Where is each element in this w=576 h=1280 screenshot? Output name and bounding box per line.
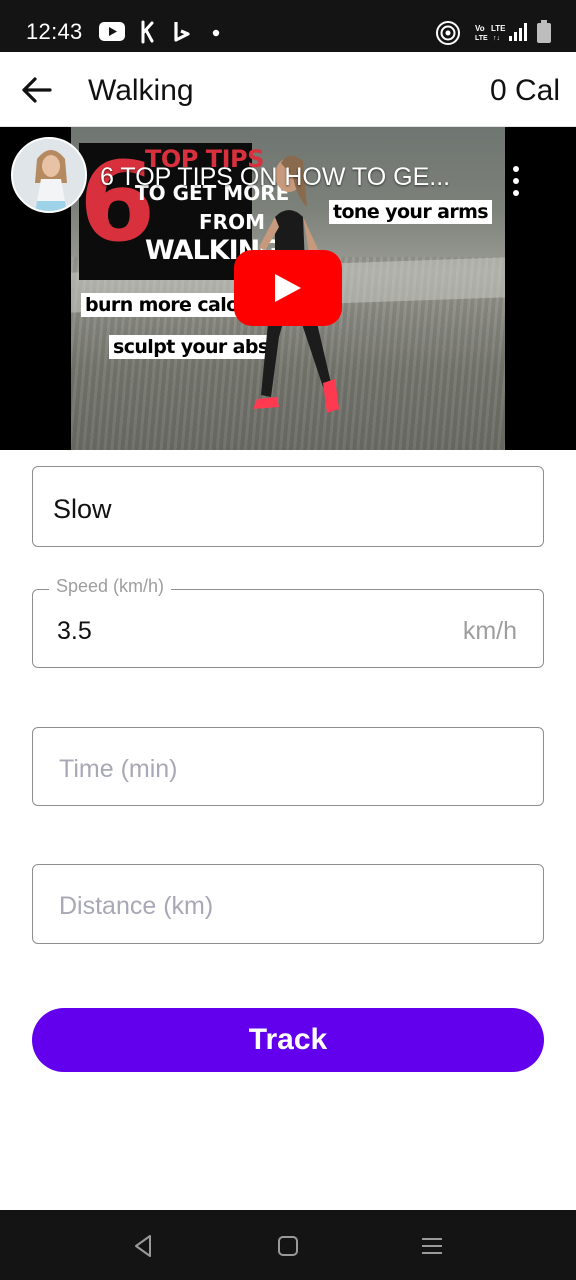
signal-icon <box>509 23 527 41</box>
speed-input[interactable]: Speed (km/h) 3.5 km/h <box>32 576 544 668</box>
volte-icon: Vo LTE LTE ↑↓ <box>475 24 506 42</box>
speed-value: 3.5 <box>57 617 92 645</box>
more-vertical-icon[interactable] <box>502 163 530 199</box>
time-input[interactable]: Time (min) <box>32 727 544 806</box>
status-time: 12:43 <box>26 19 83 44</box>
status-bar: 12:43 Vo LTE LTE ↑↓ <box>0 0 576 52</box>
track-button[interactable]: Track <box>32 1008 544 1072</box>
app-k-icon <box>141 20 154 44</box>
hotspot-icon <box>436 21 460 45</box>
system-nav-bar <box>0 1210 576 1280</box>
intensity-select[interactable]: Slow <box>32 466 544 547</box>
nav-recents-icon[interactable] <box>418 1232 446 1260</box>
distance-placeholder: Distance (km) <box>59 892 214 920</box>
page-title: Walking <box>88 74 194 107</box>
nav-back-icon[interactable] <box>130 1232 158 1260</box>
calorie-count: 0 Cal <box>489 74 560 107</box>
intensity-value: Slow <box>53 494 112 524</box>
bing-icon <box>174 22 190 42</box>
app-bar: Walking 0 Cal <box>0 52 576 127</box>
youtube-icon <box>99 22 125 41</box>
nav-home-icon[interactable] <box>274 1232 302 1260</box>
svg-text:Vo: Vo <box>475 24 485 33</box>
svg-text:LTE: LTE <box>475 35 488 42</box>
time-placeholder: Time (min) <box>59 755 178 783</box>
play-button[interactable] <box>234 250 342 326</box>
svg-text:↑↓: ↑↓ <box>493 35 500 42</box>
battery-icon <box>537 20 551 43</box>
video-title[interactable]: 6 TOP TIPS ON HOW TO GE... <box>100 163 480 192</box>
distance-input[interactable]: Distance (km) <box>32 864 544 944</box>
back-button[interactable] <box>14 68 58 112</box>
arrow-left-icon <box>22 77 52 103</box>
youtube-play-icon <box>275 274 301 302</box>
video-player[interactable]: 6 TOP TIPS TO GET MORE FROM WALKING tone… <box>0 127 576 450</box>
channel-avatar[interactable] <box>11 137 87 213</box>
svg-text:LTE: LTE <box>491 24 506 33</box>
speed-unit: km/h <box>462 617 517 645</box>
speed-label: Speed (km/h) <box>49 576 172 597</box>
thumbnail-caption-burn: burn more calor <box>81 293 252 317</box>
dot-icon <box>212 29 220 37</box>
